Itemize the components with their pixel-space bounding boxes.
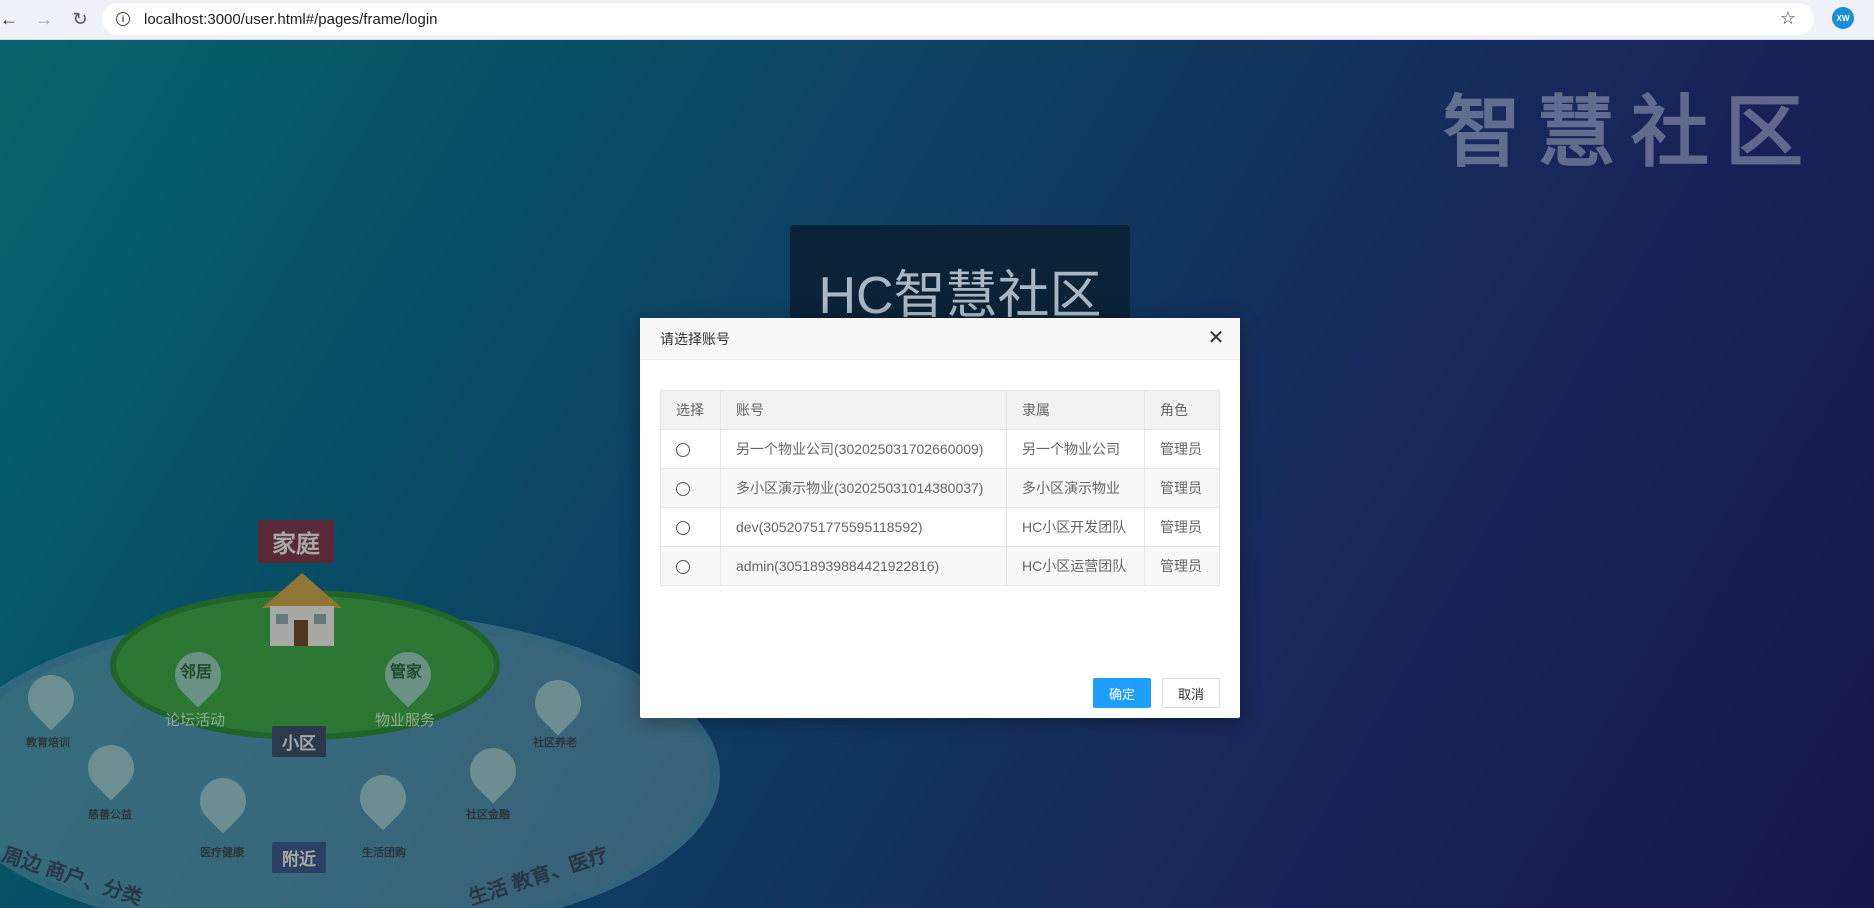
table-row[interactable]: dev(30520751775595118592) HC小区开发团队 管理员 [660,507,1220,547]
account-table-wrapper: 选择 账号 隶属 角色 另一个物业公司(302025031702660009) … [640,360,1240,586]
table-row[interactable]: 多小区演示物业(302025031014380037) 多小区演示物业 管理员 [660,468,1220,508]
address-bar[interactable]: i localhost:3000/user.html#/pages/frame/… [102,3,1814,35]
account-cell: 另一个物业公司(302025031702660009) [720,429,1007,469]
brand-watermark: 智慧社区 [1442,88,1819,178]
account-cell: admin(30518939884421922816) [720,546,1007,586]
select-radio[interactable] [676,521,690,536]
account-cell: dev(30520751775595118592) [720,507,1007,547]
medical-bubble [190,768,256,834]
browser-toolbar: ← → ↻ i localhost:3000/user.html#/pages/… [0,0,1874,40]
dialog-title: 请选择账号 [660,330,730,347]
inner-ring [110,590,500,740]
dialog-header: 请选择账号 ✕ [640,318,1240,360]
community-tag: 小区 [272,726,326,757]
close-icon[interactable]: ✕ [1206,328,1226,349]
finance-label: 社区金融 [466,809,510,821]
select-radio[interactable] [676,482,690,497]
column-header-role: 角色 [1144,390,1220,430]
forum-label: 论坛活动 [165,712,226,729]
select-radio[interactable] [676,560,690,575]
education-label: 教育培训 [26,737,70,749]
elderly-bubble [525,670,591,736]
group-buy-bubble [350,765,416,831]
account-table: 选择 账号 隶属 角色 另一个物业公司(302025031702660009) … [660,390,1220,586]
column-header-owner: 隶属 [1006,390,1145,430]
owner-cell: HC小区开发团队 [1006,507,1145,547]
confirm-button[interactable]: 确定 [1093,678,1151,708]
family-tag: 家庭 [258,520,334,563]
table-row[interactable]: 另一个物业公司(302025031702660009) 另一个物业公司 管理员 [660,429,1220,469]
elderly-label: 社区养老 [533,737,577,749]
housekeeper-label: 管家 [390,664,423,681]
arc-right-label: 生活 教育、医疗 [465,843,612,908]
owner-cell: 另一个物业公司 [1006,429,1145,469]
owner-cell: 多小区演示物业 [1006,468,1145,508]
owner-cell: HC小区运营团队 [1006,546,1145,586]
select-account-dialog: 请选择账号 ✕ 选择 账号 隶属 角色 另一个物业公司(302025031702… [640,318,1240,718]
dialog-footer: 确定 取消 [640,678,1240,708]
arc-left-label: 周边 商户、分类 [0,843,145,908]
education-bubble [18,665,84,731]
url-text: localhost:3000/user.html#/pages/frame/lo… [144,10,438,28]
community-illustration: 家庭 邻居 管家 论坛活动 物业服务 小区 教育培训 慈善公益 医疗健康 生活团… [0,420,720,908]
reload-icon[interactable]: ↻ [62,4,98,36]
finance-bubble [460,738,526,804]
housekeeper-bubble [375,642,441,708]
column-header-select: 选择 [660,390,721,430]
role-cell: 管理员 [1144,507,1220,547]
profile-avatar[interactable]: XW [1832,7,1854,29]
back-arrow-icon[interactable]: ← [0,4,18,36]
medical-label: 医疗健康 [200,847,244,859]
neighbor-label: 邻居 [180,664,213,681]
column-header-account: 账号 [720,390,1007,430]
select-radio[interactable] [676,443,690,458]
bookmark-star-icon[interactable]: ☆ [1780,8,1796,29]
login-panel: HC智慧社区 [790,225,1130,330]
role-cell: 管理员 [1144,546,1220,586]
account-cell: 多小区演示物业(302025031014380037) [720,468,1007,508]
nearby-tag: 附近 [272,842,326,873]
charity-label: 慈善公益 [88,809,132,821]
cancel-button[interactable]: 取消 [1162,678,1220,708]
neighbor-bubble [165,642,231,708]
group-buy-label: 生活团购 [362,847,406,859]
role-cell: 管理员 [1144,429,1220,469]
outer-ring [0,610,720,908]
property-service-label: 物业服务 [375,712,436,729]
role-cell: 管理员 [1144,468,1220,508]
site-info-icon[interactable]: i [116,12,130,26]
table-header-row: 选择 账号 隶属 角色 [660,390,1220,430]
forward-arrow-icon[interactable]: → [26,4,62,36]
house-icon [262,573,342,646]
charity-bubble [78,735,144,801]
table-row[interactable]: admin(30518939884421922816) HC小区运营团队 管理员 [660,546,1220,586]
